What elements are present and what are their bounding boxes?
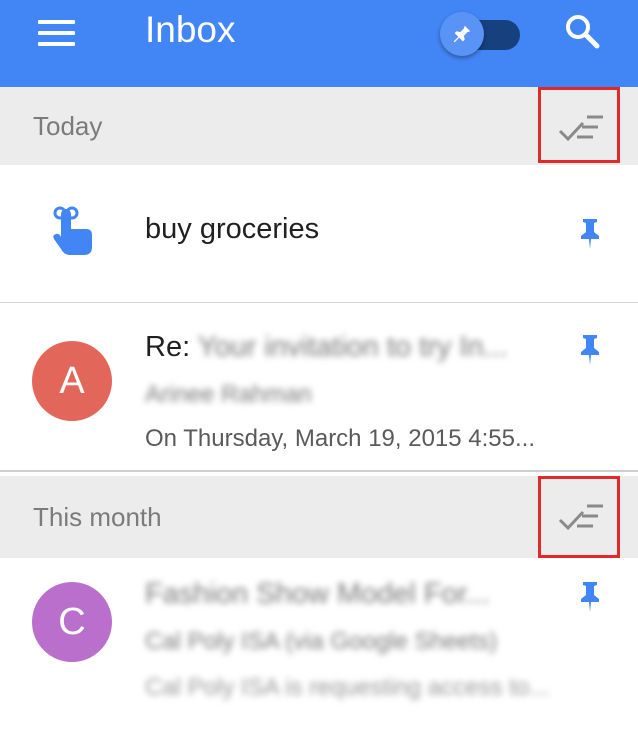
avatar: C xyxy=(32,582,112,662)
item-sender: Cal Poly ISA (via Google Sheets) xyxy=(145,628,498,655)
pin-icon[interactable] xyxy=(576,580,604,614)
item-subject: buy groceries xyxy=(145,213,320,245)
section-header-this-month: This month xyxy=(0,476,638,558)
section-label: Today xyxy=(33,111,103,141)
divider xyxy=(0,470,638,472)
section-label: This month xyxy=(33,502,162,532)
avatar-letter: A xyxy=(59,360,85,402)
sweep-done-icon xyxy=(558,115,603,142)
page-title: Inbox xyxy=(145,9,236,50)
pin-icon[interactable] xyxy=(576,217,604,251)
pin-icon[interactable] xyxy=(576,333,604,367)
item-snippet: On Thursday, March 19, 2015 4:55... xyxy=(145,425,535,452)
avatar: A xyxy=(32,341,112,421)
item-snippet: Cal Poly ISA is requesting access to... xyxy=(145,674,550,701)
section-header-today: Today xyxy=(0,87,638,165)
item-subject: Fashion Show Model For... xyxy=(145,578,490,610)
item-subject: Re: Your invitation to try In... xyxy=(145,331,508,364)
sweep-area xyxy=(538,476,626,558)
list-item[interactable]: C Fashion Show Model For... Cal Poly ISA… xyxy=(0,558,638,730)
sweep-button[interactable] xyxy=(553,496,609,536)
menu-icon[interactable] xyxy=(38,20,76,46)
subject-blurred: Your invitation to try In... xyxy=(197,331,508,363)
pin-icon xyxy=(453,25,471,43)
sweep-button[interactable] xyxy=(553,107,609,147)
avatar-letter: C xyxy=(58,601,86,643)
pinned-toggle[interactable] xyxy=(438,10,522,58)
subject-prefix: Re: xyxy=(145,331,198,363)
sweep-done-icon xyxy=(558,504,603,531)
toggle-knob[interactable] xyxy=(440,12,484,56)
sweep-area xyxy=(538,87,626,167)
reminder-finger-icon xyxy=(46,203,100,259)
app-bar: Inbox xyxy=(0,0,638,87)
list-item[interactable]: buy groceries xyxy=(0,165,638,302)
search-icon[interactable] xyxy=(563,12,603,52)
item-sender: Arinee Rahman xyxy=(145,381,312,408)
list-item[interactable]: A Re: Your invitation to try In... Arine… xyxy=(0,303,638,470)
